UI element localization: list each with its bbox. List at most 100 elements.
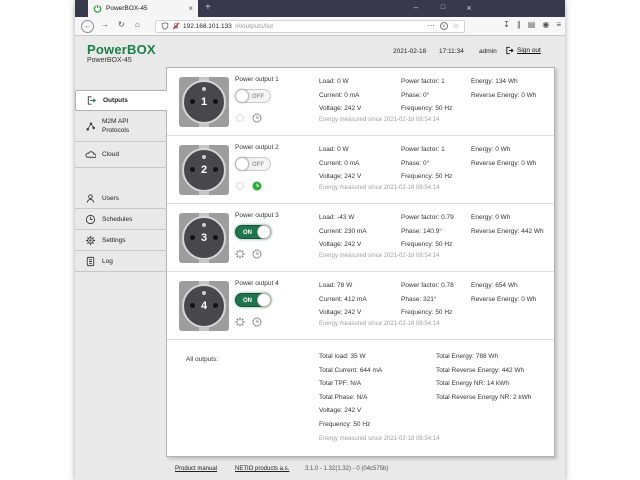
output-reverse-energy: Reverse Energy: 442 Wh <box>471 225 544 239</box>
sidebar-label-schedules: Schedules <box>102 216 132 223</box>
sign-out-link[interactable]: Sign out <box>505 46 541 55</box>
total-energy-nr: Total Energy NR: 14 kWh <box>436 377 531 391</box>
output-power-factor: Power factor: 1 <box>401 143 452 157</box>
log-document-icon <box>85 256 96 267</box>
all-outputs-summary: All outputs: Total load: 35 W Total Curr… <box>167 340 554 456</box>
sidebar-label-users: Users <box>102 195 119 202</box>
sidebar-item-schedules[interactable]: Schedules <box>75 209 167 230</box>
output-label: Power output 3 <box>235 212 279 219</box>
toggle-state-label: ON <box>243 298 252 304</box>
pocket-icon[interactable]: ∨ <box>440 22 448 30</box>
total-phase: Total Phase: N/A <box>319 391 382 405</box>
bookmark-star-icon[interactable]: ☆ <box>453 22 459 30</box>
output-row-1: 1 Power output 1 OFF Load: 0 W Current: … <box>167 68 554 136</box>
output-toggle-1[interactable]: OFF <box>235 89 271 103</box>
output-label: Power output 4 <box>235 280 279 287</box>
netio-company-link[interactable]: NETIO products a.s. <box>235 466 289 472</box>
schedule-clock-icon <box>85 214 96 225</box>
output-row-3: 3 Power output 3 ON Load: -43 W Current:… <box>167 204 554 272</box>
socket-number: 3 <box>184 232 224 244</box>
energy-measured-since: Energy measured since 2021-02-18 08:54:1… <box>319 117 439 123</box>
browser-tab[interactable]: PowerBOX-45 × <box>88 0 198 17</box>
hamburger-menu-icon[interactable]: ≡ <box>556 20 561 29</box>
toggle-knob <box>257 293 271 307</box>
sidebar-label-m2m-line2: Protocols <box>102 126 129 135</box>
window-close-button[interactable]: × <box>462 0 476 17</box>
output-current: Current: 412 mA <box>319 293 367 307</box>
sidebar-toggle-icon[interactable]: ▤ <box>528 20 536 29</box>
output-frequency: Frequency: 50 Hz <box>401 102 452 116</box>
energy-measured-since: Energy measured since 2021-02-18 08:54:1… <box>319 185 439 191</box>
sidebar-label-m2m-line1: M2M API <box>102 117 129 126</box>
downloads-icon[interactable]: ↧ <box>503 20 510 29</box>
header-date: 2021-02-18 <box>393 48 426 55</box>
sidebar-item-users[interactable]: Users <box>75 188 167 209</box>
header-time: 17:11:34 <box>439 48 464 55</box>
socket-graphic-3: 3 <box>179 213 229 263</box>
powerbox-page: PowerBOX PowerBOX-45 2021-02-18 17:11:34… <box>75 37 565 480</box>
forward-icon[interactable]: → <box>101 20 109 29</box>
account-icon[interactable]: ◉ <box>542 20 549 29</box>
energy-spark-icon <box>235 246 245 264</box>
socket-number: 2 <box>184 164 224 176</box>
socket-face: 3 <box>182 216 226 260</box>
sidebar-item-outputs[interactable]: Outputs <box>75 90 167 111</box>
output-load: Load: 0 W <box>319 143 361 157</box>
url-host: 192.168.101.133 <box>183 23 232 30</box>
sidebar-item-m2m-api[interactable]: M2M API Protocols <box>75 111 167 142</box>
outputs-card: 1 Power output 1 OFF Load: 0 W Current: … <box>166 67 555 457</box>
socket-face: 2 <box>182 148 226 192</box>
output-toggle-3[interactable]: ON <box>235 225 271 239</box>
output-label: Power output 2 <box>235 144 279 151</box>
browser-titlebar: PowerBOX-45 × + – □ × <box>75 0 565 17</box>
sign-out-label: Sign out <box>517 47 541 54</box>
output-phase: Phase: 140.9° <box>401 225 454 239</box>
energy-measured-since: Energy measured since 2021-02-18 08:54:1… <box>319 321 439 327</box>
window-maximize-button[interactable]: □ <box>436 0 450 17</box>
total-reverse-energy: Total Reverse Energy: 442 Wh <box>436 364 531 378</box>
library-icon[interactable]: ∥ <box>517 20 521 29</box>
output-toggle-4[interactable]: ON <box>235 293 271 307</box>
home-icon[interactable]: ⌂ <box>135 20 140 29</box>
energy-spark-icon <box>235 110 245 128</box>
output-load: Load: 0 W <box>319 75 361 89</box>
reload-icon[interactable]: ↻ <box>118 20 125 29</box>
window-minimize-button[interactable]: – <box>409 0 423 17</box>
output-phase: Phase: 0° <box>401 157 452 171</box>
back-icon[interactable]: ← <box>81 20 94 33</box>
sidebar-label-outputs: Outputs <box>103 97 128 104</box>
total-current: Total Current: 644 mA <box>319 364 382 378</box>
header-username: admin <box>479 48 497 55</box>
sidebar-item-cloud[interactable]: Cloud <box>75 142 167 168</box>
powerbox-favicon-power-icon <box>93 4 102 13</box>
insecure-lock-icon[interactable] <box>172 22 180 30</box>
output-phase: Phase: 321° <box>401 293 454 307</box>
tab-close-icon[interactable]: × <box>188 4 193 13</box>
product-manual-link[interactable]: Product manual <box>175 466 217 472</box>
socket-number: 4 <box>184 300 224 312</box>
shield-icon[interactable] <box>161 22 169 30</box>
total-energy: Total Energy: 788 Wh <box>436 350 531 364</box>
toggle-knob <box>235 157 249 171</box>
new-tab-button[interactable]: + <box>205 0 211 17</box>
energy-spark-icon <box>235 314 245 332</box>
toggle-state-label: OFF <box>252 94 264 100</box>
total-frequency: Frequency: 50 Hz <box>319 418 382 432</box>
energy-measured-since: Energy measured since 2021-02-18 08:54:1… <box>319 253 439 259</box>
sidebar-label-log: Log <box>102 258 113 265</box>
output-toggle-2[interactable]: OFF <box>235 157 271 171</box>
output-energy: Energy: 0 Wh <box>471 211 544 225</box>
output-power-factor: Power factor: 1 <box>401 75 452 89</box>
sidebar-item-log[interactable]: Log <box>75 251 167 272</box>
output-voltage: Voltage: 242 V <box>319 306 367 320</box>
output-load: Load: 78 W <box>319 279 367 293</box>
browser-toolbar: ← → ↻ ⌂ 192.168.101.133/#/outputs/list ⋯… <box>75 17 565 36</box>
output-current: Current: 230 mA <box>319 225 367 239</box>
address-bar[interactable]: 192.168.101.133/#/outputs/list ⋯ ∨ ☆ <box>155 20 465 33</box>
schedule-active-clock-icon <box>252 178 262 196</box>
output-label: Power output 1 <box>235 76 279 83</box>
output-voltage: Voltage: 242 V <box>319 170 361 184</box>
page-actions-icon[interactable]: ⋯ <box>428 22 435 30</box>
device-name: PowerBOX-45 <box>87 57 132 64</box>
sidebar-item-settings[interactable]: Settings <box>75 230 167 251</box>
